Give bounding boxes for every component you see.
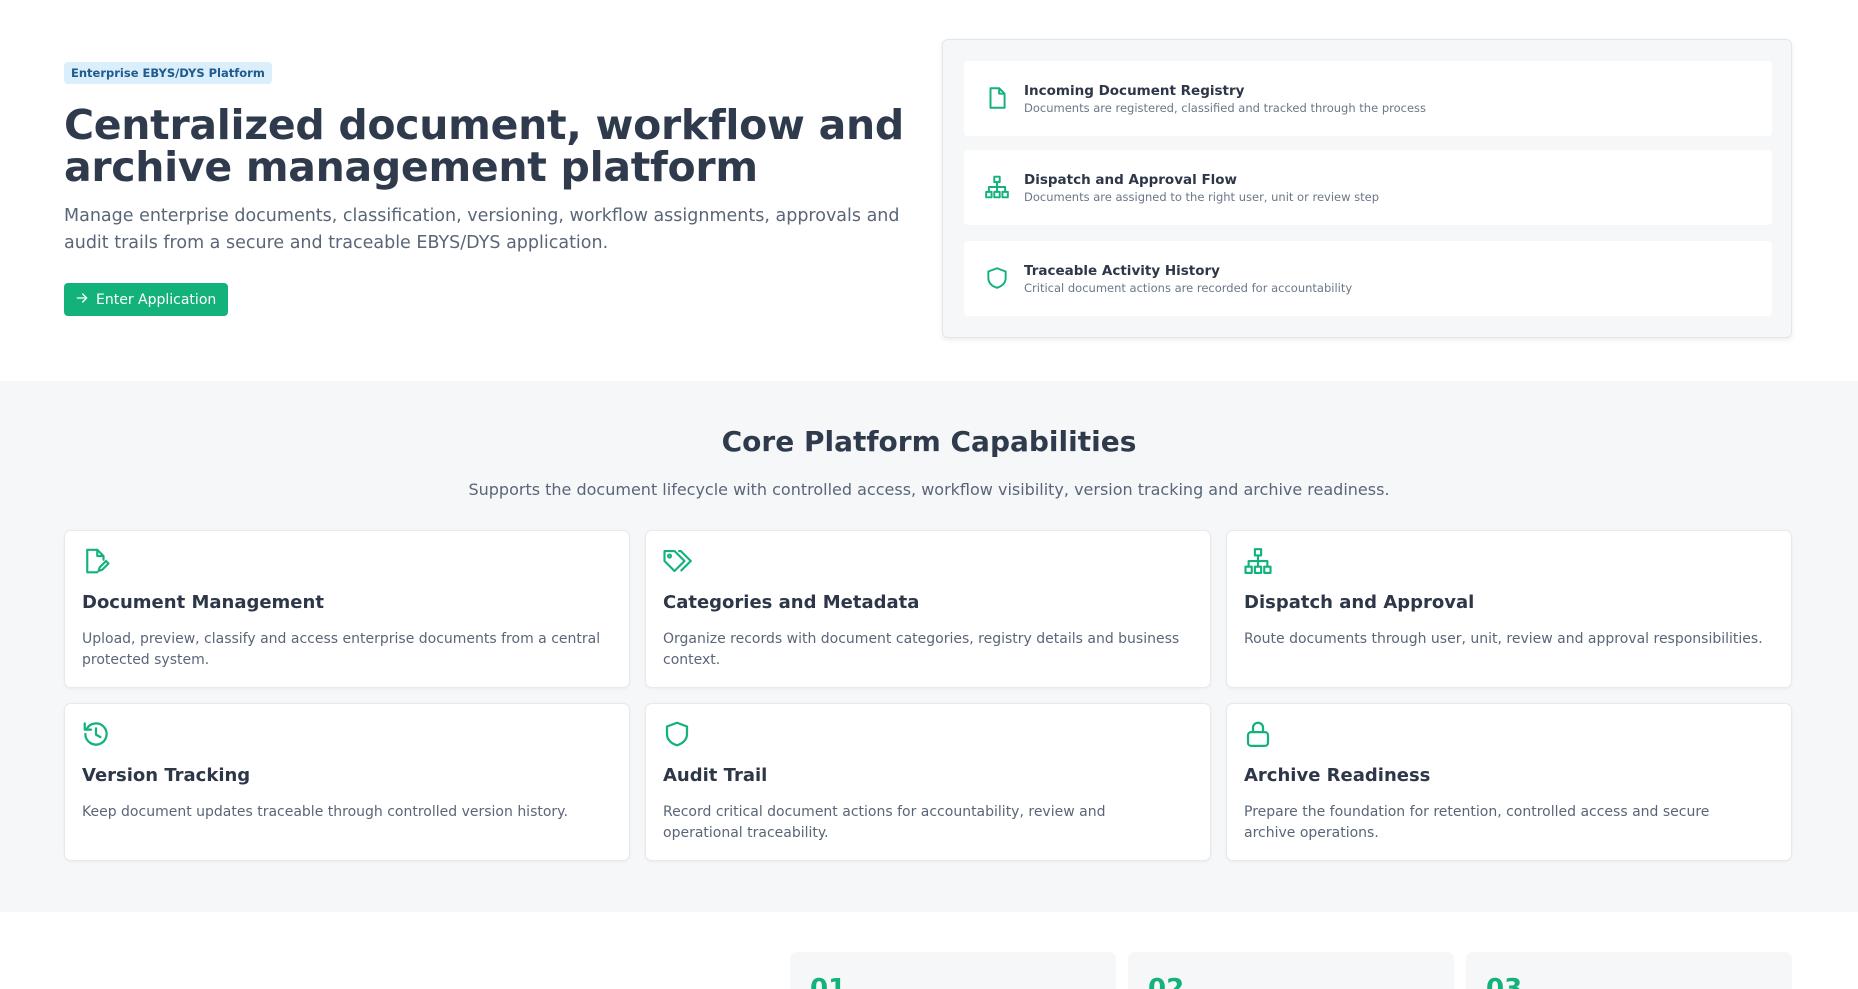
capability-desc: Keep document updates traceable through …: [82, 804, 568, 820]
step-card: 01: [790, 952, 1116, 989]
feature-preview-panel: Incoming Document Registry Documents are…: [942, 39, 1792, 338]
hero-section: Enterprise EBYS/DYS Platform Centralized…: [0, 0, 1858, 381]
capability-title: Dispatch and Approval: [1244, 592, 1475, 613]
hero-subtitle: Manage enterprise documents, classificat…: [64, 206, 900, 253]
panel-item-title: Incoming Document Registry: [1024, 83, 1245, 99]
capability-title: Version Tracking: [82, 765, 251, 786]
step-card: 03: [1466, 952, 1792, 989]
hierarchy-icon: [1243, 546, 1273, 576]
capability-card-dispatch-approval: Dispatch and Approval Route documents th…: [1226, 530, 1792, 688]
lock-icon: [1243, 719, 1273, 749]
step-card: 02: [1128, 952, 1454, 989]
capability-desc: Record critical document actions for acc…: [663, 804, 1106, 841]
panel-item-desc: Documents are assigned to the right user…: [1024, 190, 1380, 204]
capabilities-section: Core Platform Capabilities Supports the …: [0, 381, 1858, 912]
step-number: 02: [1148, 974, 1185, 989]
platform-badge: Enterprise EBYS/DYS Platform: [64, 62, 272, 84]
capability-desc: Prepare the foundation for retention, co…: [1244, 804, 1710, 841]
capability-title: Categories and Metadata: [663, 592, 920, 613]
panel-item-activity-history: Traceable Activity History Critical docu…: [964, 241, 1772, 316]
arrow-right-icon: [74, 290, 90, 310]
capability-title: Audit Trail: [663, 765, 768, 786]
document-icon: [984, 85, 1010, 111]
panel-item-dispatch-flow: Dispatch and Approval Flow Documents are…: [964, 150, 1772, 225]
capability-desc: Organize records with document categorie…: [663, 631, 1180, 668]
capability-card-audit-trail: Audit Trail Record critical document act…: [645, 703, 1211, 861]
capabilities-subtitle: Supports the document lifecycle with con…: [468, 480, 1390, 499]
step-number: 01: [810, 974, 847, 989]
panel-item-incoming-registry: Incoming Document Registry Documents are…: [964, 61, 1772, 136]
capability-desc: Upload, preview, classify and access ent…: [82, 631, 601, 668]
capability-card-archive-readiness: Archive Readiness Prepare the foundation…: [1226, 703, 1792, 861]
capability-desc: Route documents through user, unit, revi…: [1244, 631, 1763, 647]
shield-icon: [662, 719, 692, 749]
capability-card-categories-metadata: Categories and Metadata Organize records…: [645, 530, 1211, 688]
step-number: 03: [1486, 974, 1523, 989]
document-edit-icon: [81, 546, 111, 576]
steps-section: 01 02 03: [0, 912, 1858, 989]
tags-icon: [662, 546, 692, 576]
shield-icon: [984, 265, 1010, 291]
panel-item-desc: Documents are registered, classified and…: [1024, 101, 1427, 115]
capability-card-version-tracking: Version Tracking Keep document updates t…: [64, 703, 630, 861]
enter-application-button[interactable]: Enter Application: [64, 283, 229, 316]
history-icon: [81, 719, 111, 749]
capabilities-title: Core Platform Capabilities: [721, 425, 1137, 458]
hero-title: Centralized document, workflow and archi…: [64, 101, 904, 191]
panel-item-title: Traceable Activity History: [1024, 263, 1220, 279]
hierarchy-icon: [984, 174, 1010, 200]
enter-application-label: Enter Application: [96, 291, 217, 308]
capability-card-document-management: Document Management Upload, preview, cla…: [64, 530, 630, 688]
panel-item-desc: Critical document actions are recorded f…: [1024, 281, 1353, 295]
capability-title: Archive Readiness: [1244, 765, 1431, 786]
panel-item-title: Dispatch and Approval Flow: [1024, 172, 1238, 188]
capability-title: Document Management: [82, 592, 324, 613]
